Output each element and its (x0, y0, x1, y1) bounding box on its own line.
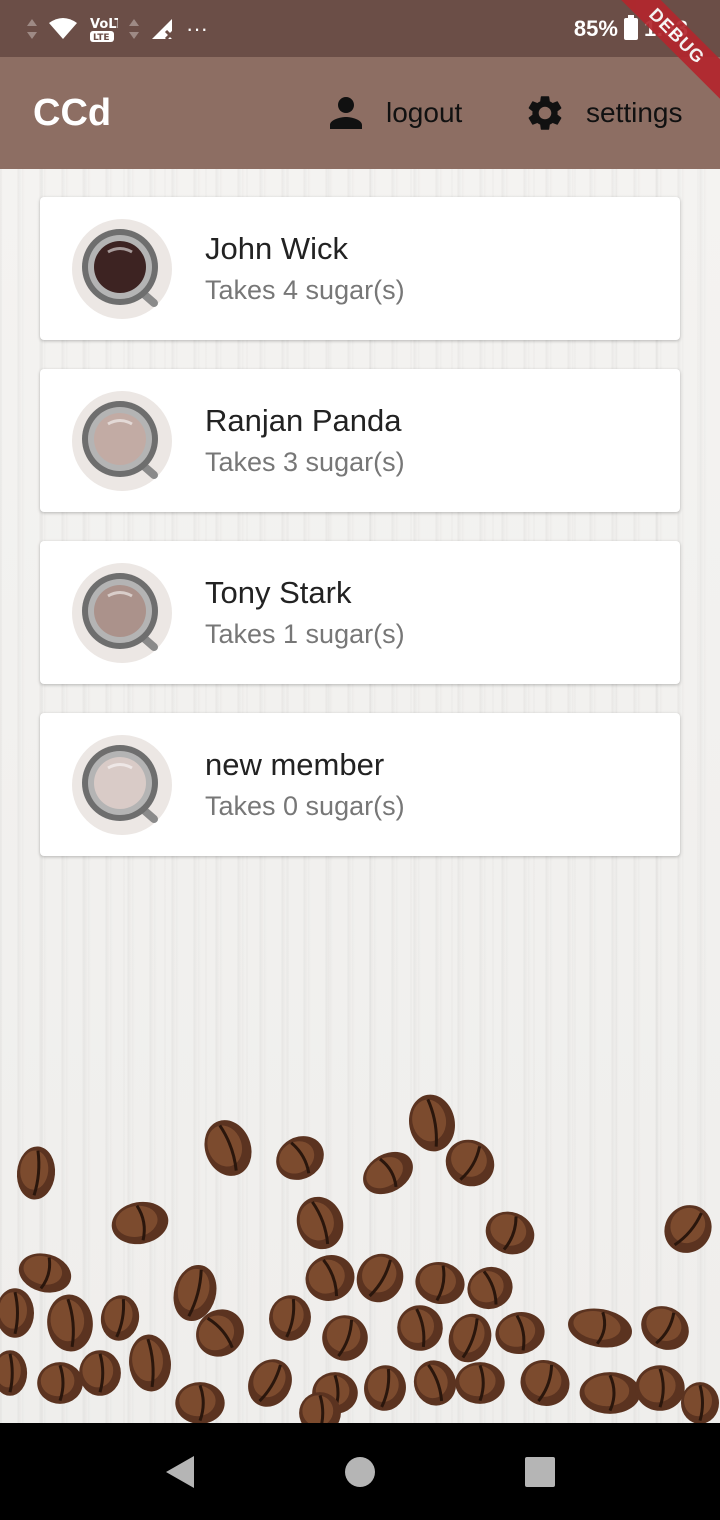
content-area: John Wick Takes 4 sugar(s) Ranjan Panda … (0, 169, 720, 1423)
wifi-icon (49, 17, 77, 39)
svg-text:VoLTE: VoLTE (90, 17, 118, 32)
app-title: CCd (33, 91, 112, 134)
member-name: Tony Stark (205, 575, 352, 610)
member-card[interactable]: Tony Stark Takes 1 sugar(s) (40, 541, 680, 684)
battery-percent: 85% (573, 15, 618, 41)
data-arrows-icon (27, 18, 37, 39)
member-sugar: Takes 1 sugar(s) (205, 619, 405, 649)
recents-square-icon (525, 1456, 555, 1487)
member-card[interactable]: new member Takes 0 sugar(s) (40, 713, 680, 856)
coffee-cup-icon (72, 563, 172, 663)
battery-icon (623, 14, 638, 40)
logout-button[interactable]: logout (326, 93, 462, 133)
home-button[interactable] (320, 1423, 400, 1520)
member-name: John Wick (205, 231, 348, 266)
member-name: new member (205, 747, 385, 782)
home-circle-icon (345, 1456, 375, 1487)
member-sugar: Takes 4 sugar(s) (205, 275, 405, 305)
member-card[interactable]: Ranjan Panda Takes 3 sugar(s) (40, 369, 680, 512)
coffee-cup-icon (72, 391, 172, 491)
coffee-beans-decoration (0, 1094, 719, 1423)
person-icon (330, 97, 362, 129)
svg-text:LTE: LTE (93, 33, 110, 43)
more-notifications: ··· (186, 15, 208, 41)
signal-icon (152, 18, 176, 40)
back-triangle-icon (166, 1455, 194, 1488)
member-name: Ranjan Panda (205, 403, 402, 438)
coffee-cup-icon (72, 735, 172, 835)
coffee-cup-svg (73, 564, 171, 662)
coffee-cup-svg (73, 392, 171, 490)
member-sugar: Takes 3 sugar(s) (205, 447, 405, 477)
status-bar: VoLTELTE ··· 85% 1:33 (0, 0, 720, 57)
member-card[interactable]: John Wick Takes 4 sugar(s) (40, 197, 680, 340)
back-button[interactable] (140, 1423, 220, 1520)
settings-button[interactable]: settings (524, 92, 683, 134)
data-arrows-icon-2 (129, 18, 139, 39)
member-sugar: Takes 0 sugar(s) (205, 791, 405, 821)
recents-button[interactable] (500, 1423, 580, 1520)
system-nav-bar (0, 1423, 720, 1520)
coffee-cup-svg (73, 736, 171, 834)
status-icons: VoLTELTE ··· (26, 14, 208, 44)
gear-icon (528, 96, 562, 130)
volte-icon: VoLTELTE (90, 17, 118, 43)
coffee-cup-icon (72, 219, 172, 319)
coffee-cup-svg (73, 220, 171, 318)
logout-label: logout (386, 97, 463, 128)
app-bar: CCd logout settings (0, 57, 720, 169)
settings-label: settings (586, 97, 683, 128)
